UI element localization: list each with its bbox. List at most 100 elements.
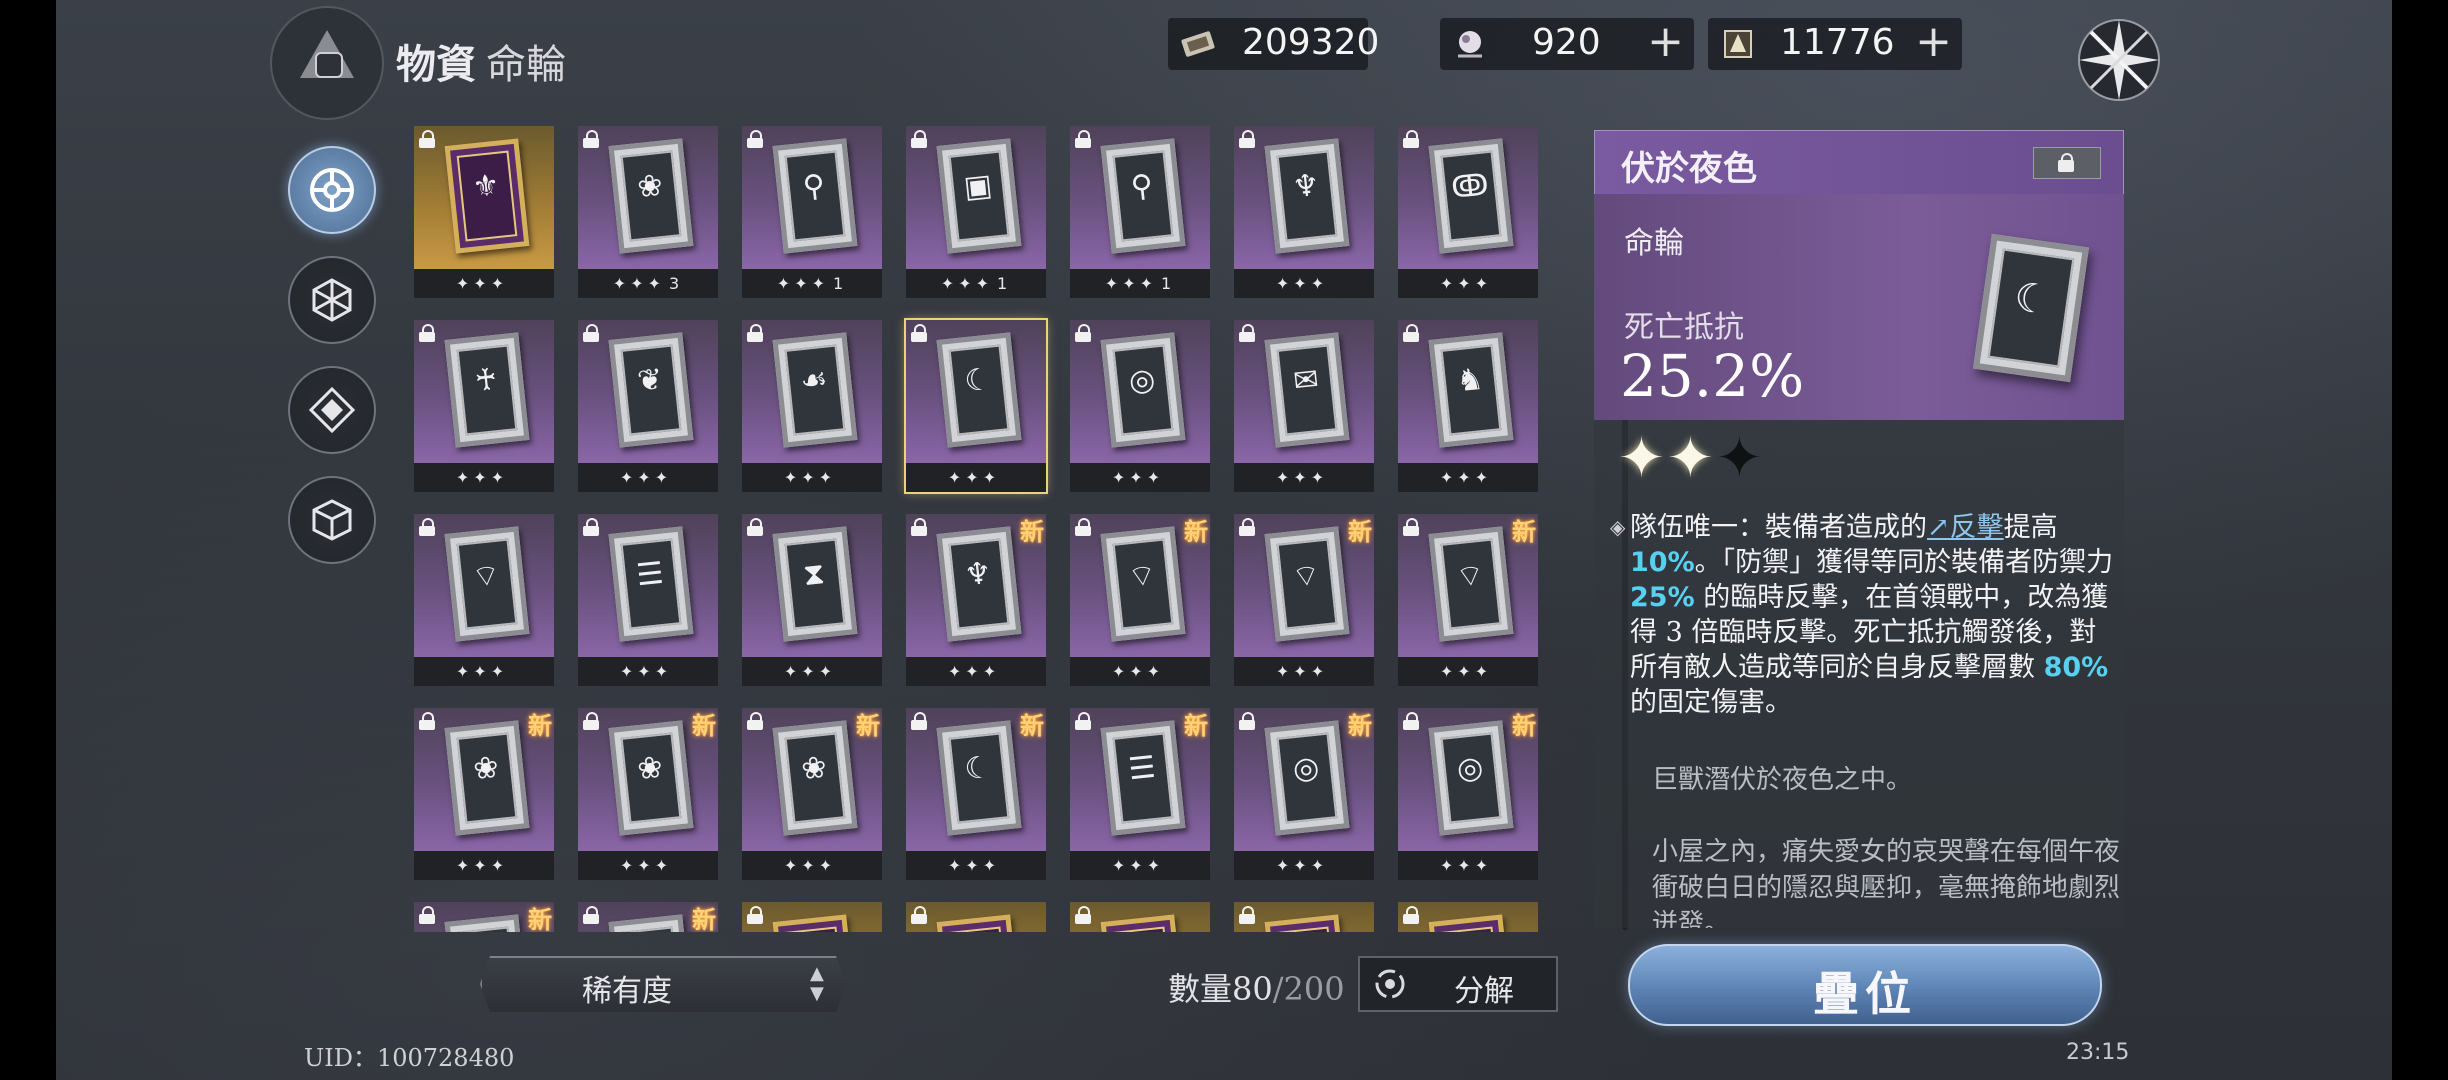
item-portrait: ☾ (1973, 233, 2089, 383)
compass-close-button[interactable] (2071, 12, 2167, 108)
lock-icon (419, 906, 435, 924)
item-card[interactable]: ⧗ ✦✦✦ (742, 514, 882, 686)
item-art-glyph: ⌔ (470, 557, 503, 596)
lock-icon (747, 712, 763, 730)
nav-tab-hexagon[interactable] (288, 256, 376, 344)
item-art-glyph: ⚲ (1129, 167, 1155, 206)
card-stars: ✦✦✦ (578, 657, 718, 686)
card-stars: ✦✦✦ (1070, 657, 1210, 686)
card-stars: ✦✦✦ (578, 851, 718, 880)
item-art: ⌔ (1428, 526, 1514, 642)
item-art: ❀ (772, 720, 858, 836)
item-card[interactable]: ⚲ ✦✦✦ 1 (1070, 126, 1210, 298)
lock-icon (1403, 518, 1419, 536)
flavor-text-1: 巨獸潛伏於夜色之中。 (1652, 765, 1913, 795)
card-stars: ✦✦✦ (742, 463, 882, 492)
add-crystal-button[interactable]: + (1915, 20, 1952, 64)
item-card[interactable]: ◎ ✦✦✦ (1070, 320, 1210, 492)
nav-tab-cube[interactable] (288, 476, 376, 564)
item-art-glyph: ◎ (1127, 361, 1157, 400)
item-card[interactable] (742, 902, 882, 932)
item-card[interactable]: ❀ ✦✦✦ 3 (578, 126, 718, 298)
item-card[interactable]: ◎ 新 ✦✦✦ (1234, 708, 1374, 880)
item-card[interactable] (906, 902, 1046, 932)
swirl-icon (1375, 969, 1405, 999)
item-name: 伏於夜色 (1621, 149, 1757, 189)
nav-tab-diamond[interactable] (288, 366, 376, 454)
item-card[interactable]: ❀新 (578, 902, 718, 932)
detail-hero: 命輪 死亡抵抗 25.2% ☾ (1594, 194, 2124, 420)
keyword-link[interactable]: ↗反擊 (1927, 512, 2004, 543)
highlight-value: 80% (2043, 652, 2109, 683)
attribute-label: 死亡抵抗 (1624, 310, 1744, 345)
flavor-text-2: 小屋之內，痛失愛女的哀哭聲在每個午夜衝破白日的隱忍與壓抑，毫無掩飾地劇烈迸發。 (1652, 837, 2121, 928)
item-card[interactable]: ❀ 新 ✦✦✦ (414, 708, 554, 880)
item-card[interactable]: ♞ ✦✦✦ (1398, 320, 1538, 492)
item-card[interactable]: ◎ 新 ✦✦✦ (1398, 708, 1538, 880)
new-badge: 新 (1184, 517, 1208, 546)
item-card[interactable]: ↂ ✦✦✦ (1398, 126, 1538, 298)
star-row: ✦✦✦ (1275, 468, 1329, 487)
gear-wheel-icon (310, 168, 354, 212)
item-card[interactable]: ❀ 新 ✦✦✦ (578, 708, 718, 880)
item-card[interactable]: ♆ ✦✦✦ (1234, 126, 1374, 298)
item-card[interactable]: ♰ ✦✦✦ (414, 320, 554, 492)
item-card[interactable]: ❦ ✦✦✦ (578, 320, 718, 492)
item-art-glyph: ☰ (634, 555, 666, 594)
item-card[interactable] (1070, 902, 1210, 932)
currency-crystal-value: 11776 (1780, 22, 1895, 63)
item-art: ☾ (936, 332, 1022, 448)
lock-icon (419, 518, 435, 536)
item-art: ♆ (936, 526, 1022, 642)
item-card[interactable]: ⌔新 (414, 902, 554, 932)
item-card[interactable]: ✉ ✦✦✦ (1234, 320, 1374, 492)
item-card[interactable]: ⌔ 新 ✦✦✦ (1070, 514, 1210, 686)
card-stars: ✦✦✦ (1398, 851, 1538, 880)
decompose-button[interactable]: 分解 (1358, 956, 1558, 1012)
item-art: ❀ (608, 138, 694, 254)
item-art-glyph: ▣ (962, 167, 994, 206)
star-row: ✦✦✦ (1275, 856, 1329, 875)
item-card[interactable]: ⌔ 新 ✦✦✦ (1234, 514, 1374, 686)
item-art: ⌔ (444, 526, 530, 642)
lock-toggle-button[interactable] (2033, 147, 2101, 179)
item-card[interactable]: ☾ 新 ✦✦✦ (906, 708, 1046, 880)
new-badge: 新 (1512, 517, 1536, 546)
item-card[interactable]: ☙ ✦✦✦ (742, 320, 882, 492)
item-card[interactable] (1234, 902, 1374, 932)
item-card[interactable] (1398, 902, 1538, 932)
star-row: ✦✦✦ (1111, 468, 1165, 487)
star-row: ✦✦✦ (783, 662, 837, 681)
card-stars: ✦✦✦ (578, 463, 718, 492)
item-card[interactable]: ☰ ✦✦✦ (578, 514, 718, 686)
item-card[interactable]: ☰ 新 ✦✦✦ (1070, 708, 1210, 880)
star-row: ✦✦✦ (947, 856, 1001, 875)
item-card[interactable]: ⌔ ✦✦✦ (414, 514, 554, 686)
lock-icon (583, 518, 599, 536)
diamond-eye-icon (308, 386, 356, 434)
item-card[interactable]: ❀ 新 ✦✦✦ (742, 708, 882, 880)
add-orb-button[interactable]: + (1647, 20, 1684, 64)
item-card[interactable]: ☾ ✦✦✦ (904, 318, 1048, 494)
cube-icon (312, 499, 352, 541)
item-card[interactable]: ⚜ ✦✦✦ (414, 126, 554, 298)
highlight-value: 10% (1630, 547, 1695, 578)
stack-button[interactable]: 疊位 (1628, 944, 2102, 1026)
lock-icon (1075, 324, 1091, 342)
item-art-glyph: ⚲ (801, 167, 827, 206)
item-card[interactable]: ⚲ ✦✦✦ 1 (742, 126, 882, 298)
card-stars: ✦✦✦ (414, 463, 554, 492)
desc-text: 。「防禦」獲得等同於裝備者防禦力 (1694, 547, 2114, 578)
item-card[interactable]: ♆ 新 ✦✦✦ (906, 514, 1046, 686)
item-card[interactable]: ▣ ✦✦✦ 1 (906, 126, 1046, 298)
nav-tab-wheel[interactable] (288, 146, 376, 234)
card-stars: ✦✦✦ 1 (742, 269, 882, 298)
bag-icon (315, 52, 343, 78)
star-icon: ✦ (1666, 426, 1716, 491)
desc-text: 隊伍唯一：裝備者造成的 (1630, 512, 1927, 543)
new-badge: 新 (528, 711, 552, 740)
item-card[interactable]: ⌔ 新 ✦✦✦ (1398, 514, 1538, 686)
sort-dropdown[interactable]: 稀有度 ▲ ▼ (480, 956, 846, 1012)
desc-text: 提高 (2003, 512, 2058, 543)
stack-count: 1 (1161, 274, 1176, 293)
